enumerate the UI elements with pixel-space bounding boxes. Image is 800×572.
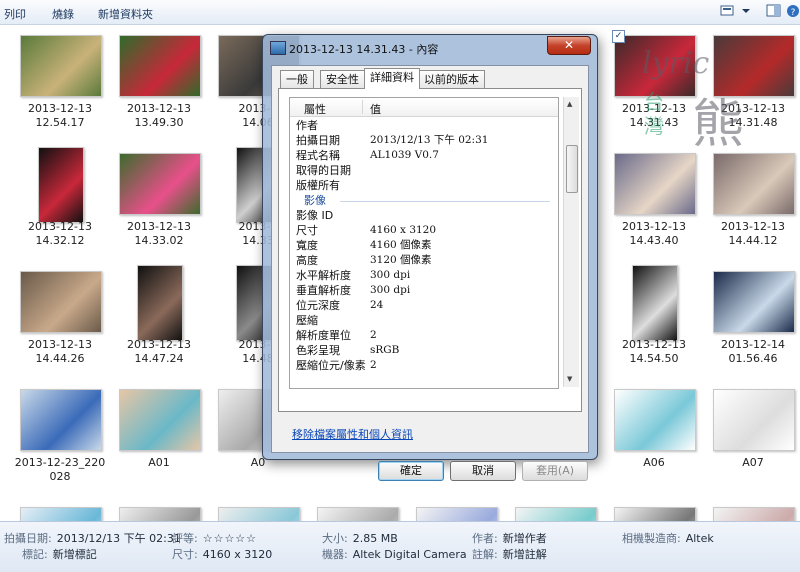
thumbnail-image[interactable] [713,271,795,333]
thumbnail-image[interactable] [614,507,696,521]
thumbnail-caption: 2013-12-13 13.49.30 [127,102,191,129]
thumbnail-caption: 2013-12-13 14.44.12 [721,220,785,247]
rating-field[interactable]: 評等: ☆☆☆☆☆ [172,530,257,546]
view-options-icon[interactable] [720,4,736,18]
scroll-thumb[interactable] [566,145,578,193]
thumbnail-image[interactable] [38,147,84,223]
selection-checkbox[interactable]: ✓ [612,30,625,43]
thumbnail-caption: A07 [742,456,764,469]
scroll-up-icon[interactable]: ▲ [567,100,572,108]
cancel-button[interactable]: 取消 [450,461,516,481]
property-row[interactable]: 垂直解析度 300 dpi [290,283,558,298]
list-header: 屬性 值 [290,98,558,117]
thumbnail-image[interactable] [20,507,102,521]
property-row[interactable]: 位元深度 24 [290,298,558,313]
thumbnail-image[interactable] [20,35,102,97]
property-row[interactable]: 解析度單位 2 [290,328,558,343]
thumbnail-image[interactable] [119,153,201,215]
close-button[interactable]: ✕ [547,36,591,55]
dialog-body: 一般 安全性 詳細資料 以前的版本 屬性 值 作者 拍攝日期 2013/12/13 … [271,65,589,481]
column-header-property[interactable]: 屬性 [304,101,326,117]
thumbnail-image[interactable] [119,507,201,521]
thumbnail-image[interactable] [20,271,102,333]
thumbnail-image[interactable] [119,35,201,97]
command-bar: 列印 燒錄 新增資料夾 ? [0,0,800,25]
property-row[interactable]: 高度 3120 個像素 [290,253,558,268]
scroll-down-icon[interactable]: ▼ [567,375,572,383]
thumbnail-caption: 2013-12-13 14.33.02 [127,220,191,247]
thumbnail-image[interactable] [713,389,795,451]
camera-model-field: 機器: Altek Digital Camera [322,548,467,561]
property-row[interactable]: 色彩呈現 sRGB [290,343,558,358]
details-panel: 屬性 值 作者 拍攝日期 2013/12/13 下午 02:31 程式名稱 AL1039… [278,88,582,412]
thumbnail-image[interactable] [713,507,795,521]
property-row[interactable]: 水平解析度 300 dpi [290,268,558,283]
details-pane: 拍攝日期: 2013/12/13 下午 02:31 標記: 新增標記 評等: ☆☆☆☆… [0,521,800,572]
tags-field[interactable]: 標記: 新增標記 [22,546,97,562]
property-row[interactable]: 寬度 4160 個像素 [290,238,558,253]
tab-general[interactable]: 一般 [280,70,314,88]
tab-previous-versions[interactable]: 以前的版本 [418,70,485,88]
dimensions-field: 尺寸: 4160 x 3120 [172,548,273,561]
preview-pane-icon[interactable] [766,4,782,18]
watermark-logo: lyric 台 灣 熊 [642,46,745,155]
property-list[interactable]: 屬性 值 作者 拍攝日期 2013/12/13 下午 02:31 程式名稱 AL1039… [289,97,559,389]
help-icon[interactable]: ? [786,4,800,18]
column-header-value[interactable]: 值 [370,101,381,117]
thumbnail-caption: 2013-12-13 14.54.50 [622,338,686,365]
property-row[interactable]: 程式名稱 AL1039 V0.7 [290,148,558,163]
thumbnail-image[interactable] [713,153,795,215]
property-row[interactable]: 取得的日期 [290,163,558,178]
property-row[interactable]: 壓縮位元/像素 2 [290,358,558,373]
thumbnail-caption: 2013-12-23_220 028 [14,456,106,483]
svg-text:?: ? [791,8,796,18]
property-row[interactable]: 壓縮 [290,313,558,328]
property-row[interactable]: 拍攝日期 2013/12/13 下午 02:31 [290,133,558,148]
thumbnail-caption: A06 [643,456,665,469]
thumbnail-image[interactable] [137,265,183,341]
tab-details[interactable]: 詳細資料 [364,68,420,89]
thumbnail-caption: 2013-12-13 14.43.40 [622,220,686,247]
thumbnail-caption: 2013-12-13 14.32.12 [28,220,92,247]
properties-dialog: 2013-12-13 14.31.43 - 內容 ✕ 一般 安全性 詳細資料 以… [262,34,598,481]
rating-stars-icon: ☆☆☆☆☆ [202,532,258,545]
property-row[interactable]: 影像 ID [290,208,558,223]
vertical-scrollbar[interactable]: ▲ ▼ [563,97,579,387]
thumbnail-caption: 2013-12-13 14.47.24 [127,338,191,365]
remove-properties-link[interactable]: 移除檔案屬性和個人資訊 [292,426,413,442]
thumbnail-image[interactable] [614,389,696,451]
new-folder-button[interactable]: 新增資料夾 [98,6,153,22]
size-field: 大小: 2.85 MB [322,532,398,545]
thumbnail-image[interactable] [317,507,399,521]
thumbnail-image[interactable] [614,153,696,215]
thumbnail-caption: 2013-12-13 14.44.26 [28,338,92,365]
property-row[interactable]: 尺寸 4160 x 3120 [290,223,558,238]
tab-security[interactable]: 安全性 [320,70,365,88]
thumbnail-image[interactable] [632,265,678,341]
burn-button[interactable]: 燒錄 [52,6,74,22]
date-taken-field: 拍攝日期: 2013/12/13 下午 02:31 [4,532,181,545]
dialog-title: 2013-12-13 14.31.43 - 內容 [289,43,439,56]
view-dropdown-icon[interactable] [740,4,756,18]
author-field[interactable]: 作者: 新增作者 [472,530,547,546]
property-row[interactable]: 版權所有 [290,178,558,193]
apply-button[interactable]: 套用(A) [522,461,588,481]
ok-button[interactable]: 確定 [378,461,444,481]
thumbnail-image[interactable] [416,507,498,521]
thumbnail-image[interactable] [515,507,597,521]
thumbnail-image[interactable] [119,389,201,451]
thumbnail-caption: 2013-12-13 12.54.17 [28,102,92,129]
thumbnail-caption: 2013-12-14 01.56.46 [721,338,785,365]
print-button[interactable]: 列印 [4,6,26,22]
property-row[interactable]: 作者 [290,118,558,133]
thumbnail-caption: A01 [148,456,170,469]
comments-field[interactable]: 註解: 新增註解 [472,546,547,562]
camera-maker-field: 相機製造商: Altek [622,532,714,545]
image-file-icon [270,41,286,55]
thumbnail-image[interactable] [218,507,300,521]
thumbnail-image[interactable] [20,389,102,451]
property-group-header: 影像 [290,193,558,208]
